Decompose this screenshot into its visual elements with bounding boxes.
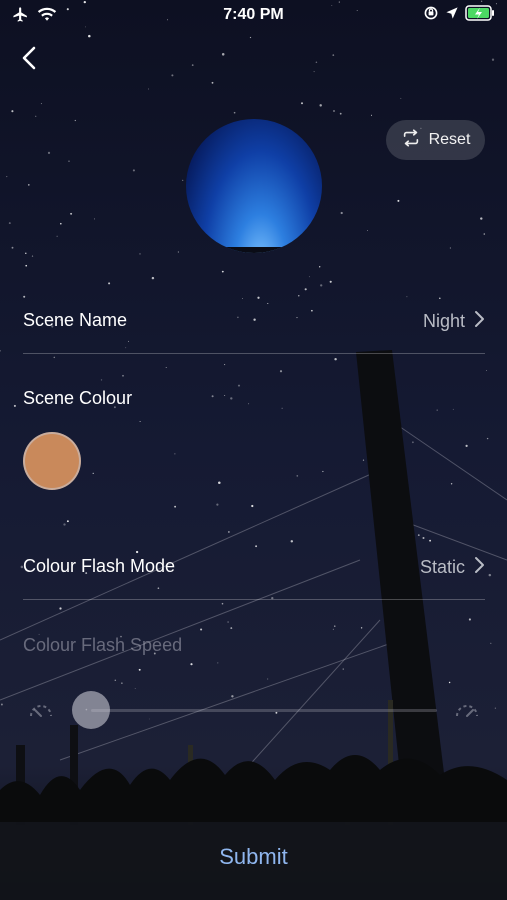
location-icon — [445, 6, 459, 25]
status-bar: 7:40 PM — [0, 0, 507, 32]
footer-bar: Submit — [0, 822, 507, 900]
reset-label: Reset — [428, 131, 471, 148]
reset-arrows-icon — [401, 128, 421, 152]
reset-button[interactable]: Reset — [386, 120, 485, 160]
scene-name-value: Night — [422, 311, 465, 331]
screen-rotation-lock-icon — [423, 5, 439, 26]
colour-flash-mode-row[interactable]: Colour Flash Mode Static — [23, 556, 485, 580]
chevron-left-icon — [14, 46, 46, 78]
speed-slow-icon — [27, 698, 55, 727]
scene-colour-label: Scene Colour — [23, 388, 133, 408]
battery-charging-icon — [465, 5, 495, 26]
chevron-right-icon — [473, 310, 485, 333]
slider-track[interactable] — [91, 709, 437, 712]
colour-flash-speed-slider[interactable] — [23, 690, 485, 730]
divider — [23, 353, 485, 354]
colour-flash-mode-label: Colour Flash Mode — [23, 556, 176, 576]
back-button[interactable] — [14, 42, 46, 74]
slider-thumb[interactable] — [72, 691, 110, 729]
chevron-right-icon — [473, 556, 485, 579]
divider — [23, 599, 485, 600]
scene-preview — [186, 119, 322, 253]
scene-colour-row: Scene Colour — [23, 388, 485, 412]
speed-fast-icon — [453, 698, 481, 727]
colour-flash-mode-value: Static — [419, 557, 465, 577]
scene-name-label: Scene Name — [23, 310, 128, 330]
scene-colour-swatch[interactable] — [23, 432, 81, 490]
colour-flash-speed-label: Colour Flash Speed — [23, 635, 183, 655]
submit-button[interactable]: Submit — [0, 844, 507, 870]
scene-name-row[interactable]: Scene Name Night — [23, 310, 485, 334]
